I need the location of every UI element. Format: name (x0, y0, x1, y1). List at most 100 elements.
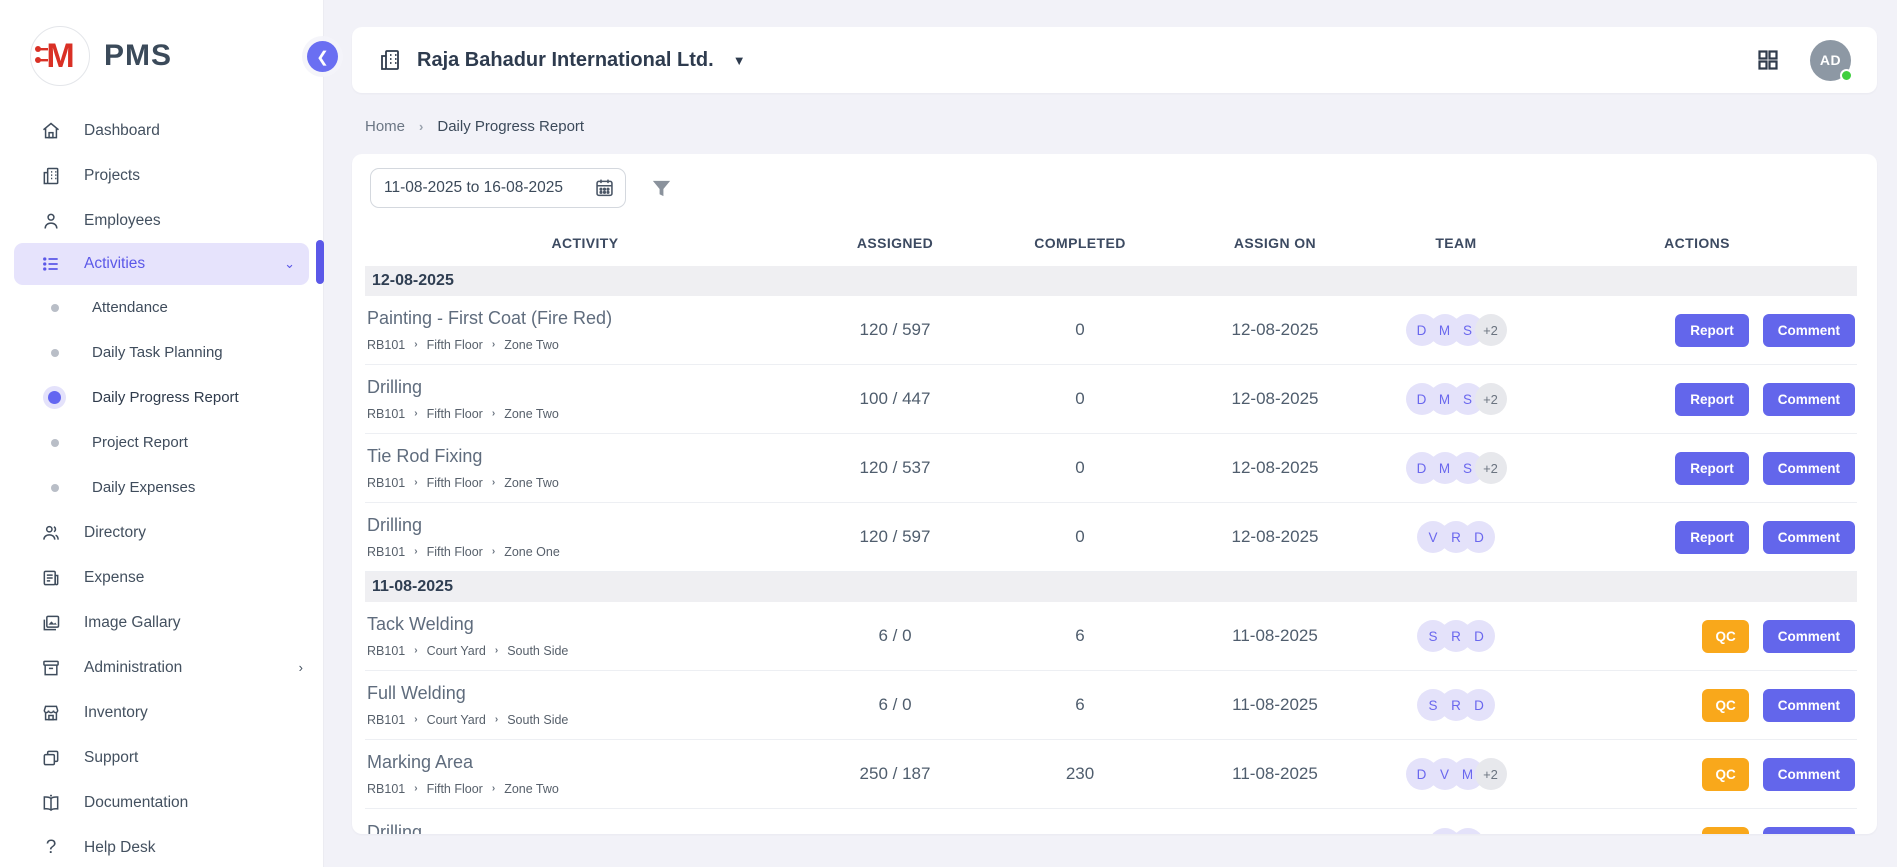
team-avatar-chip[interactable]: D (1463, 689, 1495, 721)
path-segment: RB101 (367, 713, 405, 727)
column-header-actions: ACTIONS (1537, 235, 1857, 251)
sidebar-item-label: Support (84, 749, 138, 767)
progress-table: ACTIVITY ASSIGNED COMPLETED ASSIGN ON TE… (365, 220, 1857, 834)
comment-button[interactable]: Comment (1763, 689, 1855, 722)
table-row: Marking Area RB101› Fifth Floor› Zone Tw… (365, 740, 1857, 809)
report-button[interactable]: Report (1675, 383, 1749, 416)
activity-name: Drilling (367, 377, 799, 398)
assign-on-date: 11-08-2025 (1175, 626, 1375, 646)
qc-button[interactable]: QC (1702, 689, 1748, 722)
receipt-icon (40, 567, 62, 589)
logo-letter: M (46, 37, 73, 76)
sidebar-subitem-label: Daily Task Planning (92, 344, 223, 361)
team-more-chip[interactable]: +2 (1475, 383, 1507, 415)
sidebar-item-label: Administration (84, 659, 182, 677)
person-icon (40, 210, 62, 232)
activity-name: Tie Rod Fixing (367, 446, 799, 467)
people-icon (40, 522, 62, 544)
report-button[interactable]: Report (1675, 452, 1749, 485)
sidebar-item-employees[interactable]: Employees (0, 198, 323, 243)
sidebar-subitem-label: Daily Progress Report (92, 389, 239, 406)
path-segment: Zone Two (504, 407, 559, 421)
comment-button[interactable]: Comment (1763, 521, 1855, 554)
report-button[interactable]: Report (1675, 521, 1749, 554)
comment-button[interactable]: Comment (1763, 620, 1855, 653)
user-menu[interactable]: AD (1810, 40, 1851, 81)
comment-button[interactable]: Comment (1763, 452, 1855, 485)
path-segment: RB101 (367, 782, 405, 796)
sidebar-item-image-gallery[interactable]: Image Gallary (0, 600, 323, 645)
assign-on-date: 11-08-2025 (1175, 834, 1375, 835)
date-range-input[interactable] (370, 168, 626, 208)
comment-button[interactable]: Comment (1763, 383, 1855, 416)
sidebar-item-dashboard[interactable]: Dashboard (0, 108, 323, 153)
team-avatars: D M S +2 (1375, 314, 1537, 346)
breadcrumb-home-link[interactable]: Home (365, 118, 405, 135)
team-avatar-chip[interactable]: D (1463, 521, 1495, 553)
team-more-chip[interactable]: +2 (1475, 758, 1507, 790)
sidebar-item-help-desk[interactable]: ? Help Desk (0, 825, 323, 867)
qc-button[interactable]: QC (1702, 827, 1748, 834)
path-segment: Court Yard (427, 713, 486, 727)
sidebar-subitem-label: Attendance (92, 299, 168, 316)
filter-funnel-icon[interactable] (650, 177, 673, 200)
qc-button[interactable]: QC (1702, 758, 1748, 791)
column-header-assigned: ASSIGNED (805, 235, 985, 251)
sidebar-item-administration[interactable]: Administration › (0, 645, 323, 690)
sidebar-item-project-report[interactable]: Project Report (0, 420, 323, 465)
assign-on-date: 12-08-2025 (1175, 389, 1375, 409)
apps-grid-icon[interactable] (1756, 48, 1780, 72)
sidebar-item-inventory[interactable]: Inventory (0, 690, 323, 735)
path-segment: Zone Two (504, 476, 559, 490)
column-header-activity: ACTIVITY (365, 235, 805, 251)
sidebar-item-label: Directory (84, 524, 146, 542)
activity-location-path: RB101› Fifth Floor› Zone Two (367, 407, 799, 421)
table-row: Tack Welding RB101› Court Yard› South Si… (365, 602, 1857, 671)
sidebar-item-support[interactable]: Support (0, 735, 323, 780)
completed-value: 0 (985, 320, 1175, 340)
report-button[interactable]: Report (1675, 314, 1749, 347)
team-avatar-chip[interactable]: D (1463, 620, 1495, 652)
home-icon (40, 120, 62, 142)
sidebar-item-daily-progress-report[interactable]: Daily Progress Report (0, 375, 323, 420)
comment-button[interactable]: Comment (1763, 758, 1855, 791)
sidebar-item-daily-task-planning[interactable]: Daily Task Planning (0, 330, 323, 375)
comment-button[interactable]: Comment (1763, 827, 1855, 834)
path-segment: RB101 (367, 407, 405, 421)
app-logo: M PMS (0, 0, 323, 104)
bullet-icon (51, 349, 59, 357)
table-row: Drilling RB101› Fifth Floor› Zone Two 10… (365, 365, 1857, 434)
chevron-right-icon: › (414, 645, 417, 656)
sidebar-item-label: Image Gallary (84, 614, 180, 632)
team-avatars: M R (1375, 828, 1537, 835)
comment-button[interactable]: Comment (1763, 314, 1855, 347)
sidebar-collapse-button[interactable]: ❮ (307, 41, 338, 72)
calendar-icon[interactable] (594, 177, 615, 198)
column-header-completed: COMPLETED (985, 235, 1175, 251)
breadcrumb: Home › Daily Progress Report (365, 118, 1877, 135)
team-more-chip[interactable]: +2 (1475, 452, 1507, 484)
chevron-right-icon: › (414, 714, 417, 725)
assigned-value: 120 / 447 (805, 834, 985, 835)
sidebar-item-expense[interactable]: Expense (0, 555, 323, 600)
sidebar-item-label: Employees (84, 212, 161, 230)
sidebar-item-documentation[interactable]: Documentation (0, 780, 323, 825)
sidebar-item-directory[interactable]: Directory (0, 510, 323, 555)
team-more-chip[interactable]: +2 (1475, 314, 1507, 346)
chevron-right-icon: › (414, 339, 417, 350)
chevron-right-icon: › (419, 119, 423, 134)
sidebar-item-projects[interactable]: Projects (0, 153, 323, 198)
completed-value: 6 (985, 695, 1175, 715)
chevron-right-icon: › (492, 339, 495, 350)
sidebar-item-daily-expenses[interactable]: Daily Expenses (0, 465, 323, 510)
breadcrumb-current: Daily Progress Report (437, 118, 584, 135)
sidebar-item-activities[interactable]: Activities ⌄ (14, 243, 309, 285)
team-avatar-chip[interactable]: R (1452, 828, 1484, 835)
active-bullet-icon (48, 391, 61, 404)
company-selector[interactable]: Raja Bahadur International Ltd. ▼ (378, 48, 746, 72)
path-segment: RB101 (367, 545, 405, 559)
bullet-icon (51, 304, 59, 312)
qc-button[interactable]: QC (1702, 620, 1748, 653)
main-content: Raja Bahadur International Ltd. ▼ AD Hom… (323, 0, 1897, 867)
sidebar-item-attendance[interactable]: Attendance (0, 285, 323, 330)
